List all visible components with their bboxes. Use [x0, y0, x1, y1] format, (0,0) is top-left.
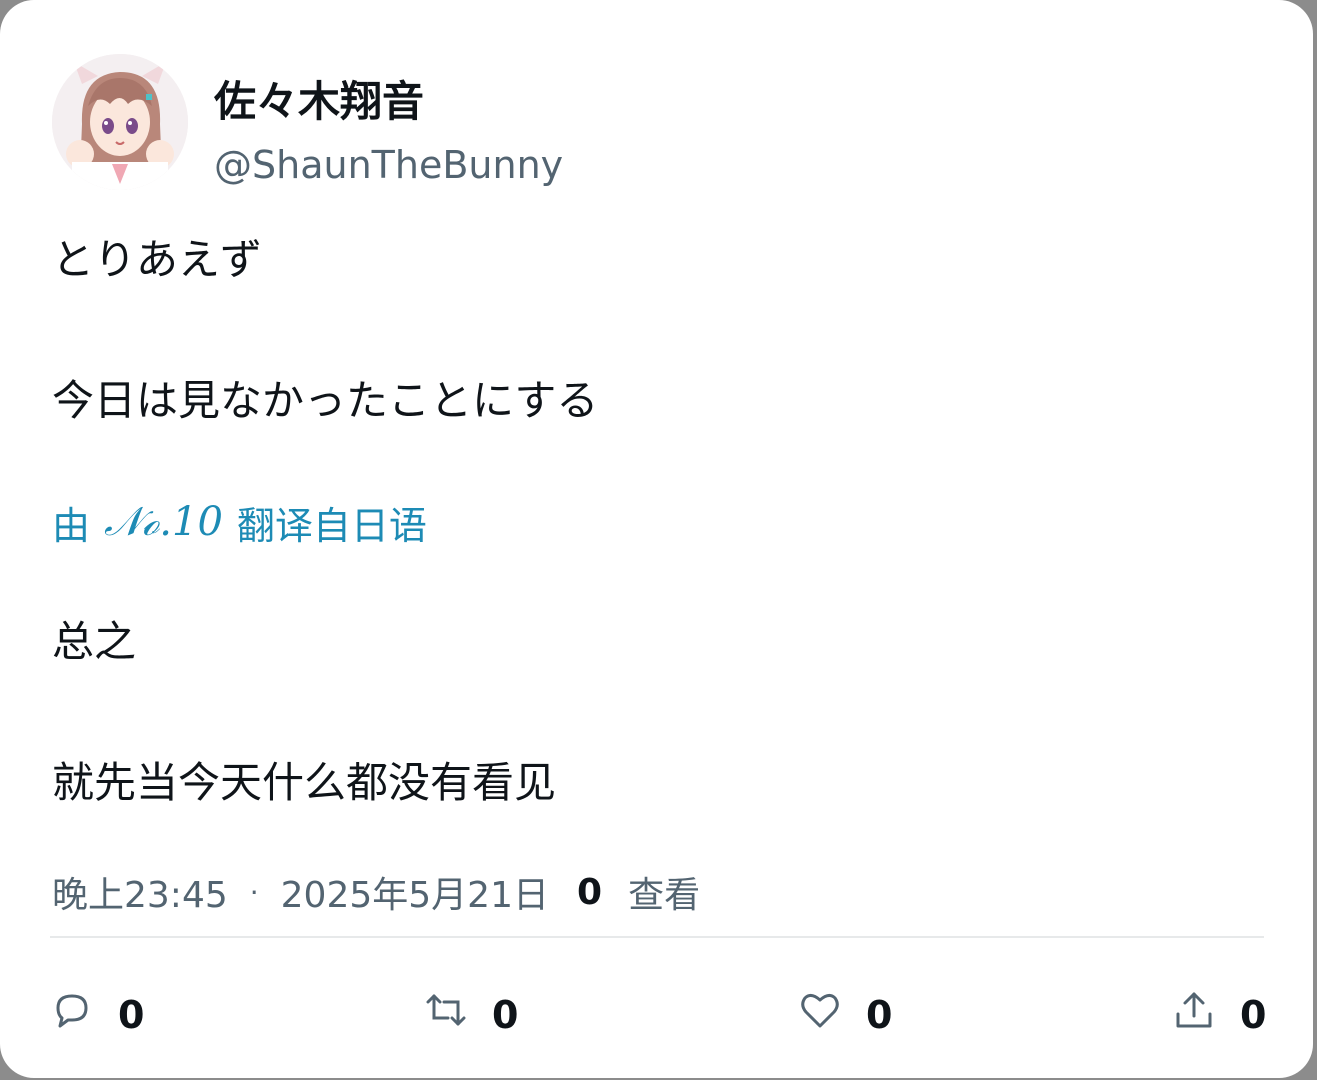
reply-icon	[56, 994, 88, 1028]
repost-count: 0	[492, 993, 519, 1037]
like-button[interactable]: 0	[798, 980, 892, 1040]
post-date[interactable]: 2025年5月21日	[281, 866, 549, 918]
views-count: 0	[577, 871, 603, 913]
translation-by-label: 由	[52, 503, 91, 548]
author-display-name[interactable]: 佐々木翔音	[214, 74, 424, 130]
avatar[interactable]	[52, 54, 188, 190]
post-text-line: とりあえず	[52, 235, 263, 284]
share-icon	[1176, 992, 1212, 1028]
heart-icon	[801, 993, 839, 1028]
post-time[interactable]: 晚上23:45	[52, 866, 228, 918]
meta-separator: ·	[249, 875, 259, 909]
divider	[50, 936, 1264, 938]
translation-label: 翻译自日语	[236, 503, 427, 548]
post-card: 佐々木翔音 @ShaunTheBunny とりあえず 今日は見なかったことにする…	[0, 0, 1313, 1078]
repost-button[interactable]: 0	[424, 980, 518, 1040]
views-label: 查看	[628, 875, 701, 916]
translated-text-line: 就先当今天什么都没有看见	[52, 758, 557, 807]
translation-engine-logo: 𝒩ℴ.10	[104, 499, 223, 545]
translation-attribution[interactable]: 由 𝒩ℴ.10 翻译自日语	[52, 494, 427, 550]
post-meta: 晚上23:45 · 2025年5月21日 0 查看	[52, 866, 700, 918]
reply-count: 0	[118, 993, 145, 1037]
author-handle[interactable]: @ShaunTheBunny	[214, 140, 563, 190]
avatar-image	[52, 54, 188, 190]
translated-text-line: 总之	[52, 617, 137, 666]
repost-icon	[426, 994, 466, 1026]
post-text-line: 今日は見なかったことにする	[52, 376, 599, 425]
share-count: 0	[1240, 993, 1267, 1037]
reply-button[interactable]: 0	[50, 980, 144, 1040]
like-count: 0	[866, 993, 893, 1037]
share-button[interactable]: 0	[1172, 980, 1266, 1040]
